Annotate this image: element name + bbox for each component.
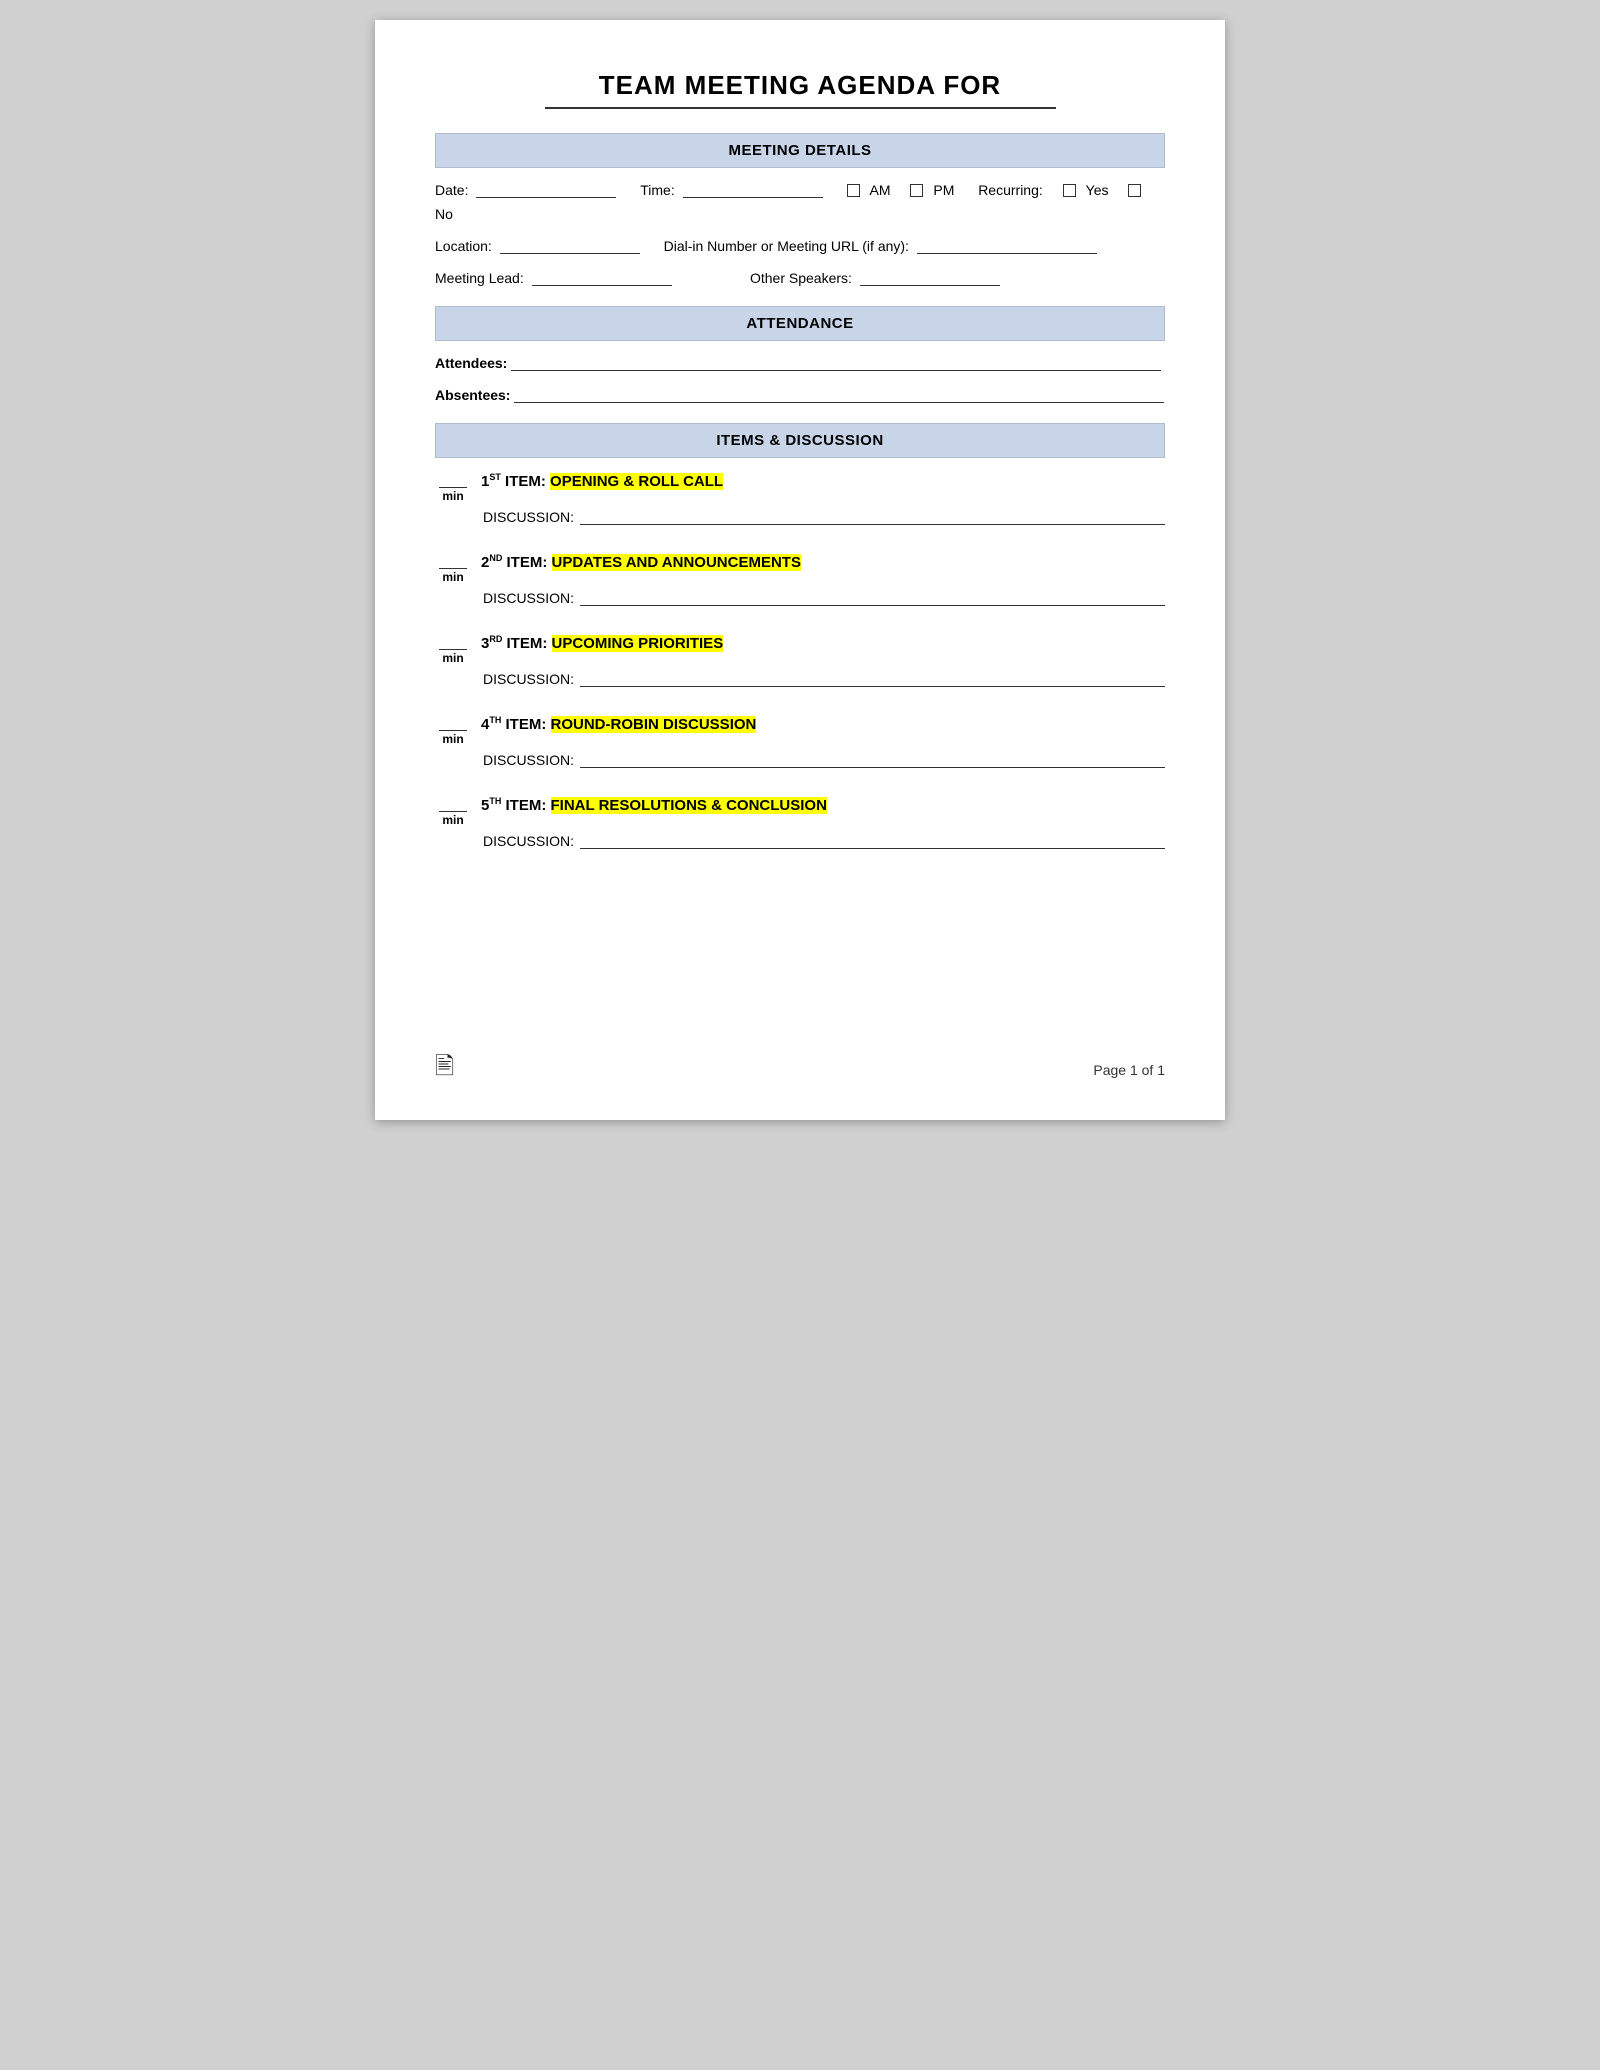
item-2-min-line[interactable] bbox=[439, 553, 467, 569]
item-1-highlight: OPENING & ROLL CALL bbox=[550, 473, 723, 490]
absentees-label: Absentees: bbox=[435, 387, 510, 403]
items-discussion-section: ITEMS & DISCUSSION min 1ST ITEM: OPENING… bbox=[435, 423, 1165, 849]
pm-checkbox[interactable] bbox=[910, 184, 923, 197]
date-time-row: Date: Time: AM PM Recurring: Yes No bbox=[435, 182, 1165, 222]
no-checkbox[interactable] bbox=[1128, 184, 1141, 197]
item-5-title: 5TH ITEM: FINAL RESOLUTIONS & CONCLUSION bbox=[481, 796, 827, 814]
item-4-discussion-field[interactable] bbox=[580, 752, 1165, 768]
item-3-title: 3RD ITEM: UPCOMING PRIORITIES bbox=[481, 634, 723, 652]
item-1-discussion-field[interactable] bbox=[580, 509, 1165, 525]
item-4-ordinal: TH bbox=[489, 715, 501, 725]
agenda-item-5: min 5TH ITEM: FINAL RESOLUTIONS & CONCLU… bbox=[435, 796, 1165, 849]
item-3-discussion-row: DISCUSSION: bbox=[483, 671, 1165, 687]
item-1-min-block: min bbox=[435, 472, 471, 503]
other-speakers-field[interactable] bbox=[860, 270, 1000, 286]
location-label: Location: bbox=[435, 238, 492, 254]
no-label: No bbox=[435, 206, 453, 222]
title-underline bbox=[545, 107, 1056, 109]
attendance-section: ATTENDANCE Attendees: Absentees: bbox=[435, 306, 1165, 403]
page-footer: 🖹 Page 1 of 1 bbox=[435, 1049, 1165, 1090]
item-4-min-label: min bbox=[442, 732, 463, 746]
location-row: Location: Dial-in Number or Meeting URL … bbox=[435, 238, 1165, 254]
date-field[interactable] bbox=[476, 182, 616, 198]
attendees-row: Attendees: bbox=[435, 355, 1165, 371]
item-2-min-block: min bbox=[435, 553, 471, 584]
other-speakers-label: Other Speakers: bbox=[750, 270, 852, 286]
item-1-min-line[interactable] bbox=[439, 472, 467, 488]
item-5-min-line[interactable] bbox=[439, 796, 467, 812]
item-1-min-label: min bbox=[442, 489, 463, 503]
item-2-title: 2ND ITEM: UPDATES AND ANNOUNCEMENTS bbox=[481, 553, 801, 571]
recurring-label: Recurring: bbox=[978, 182, 1043, 198]
dialin-field[interactable] bbox=[917, 238, 1097, 254]
agenda-item-4: min 4TH ITEM: ROUND-ROBIN DISCUSSION DIS… bbox=[435, 715, 1165, 768]
item-4-min-block: min bbox=[435, 715, 471, 746]
item-4-highlight: ROUND-ROBIN DISCUSSION bbox=[551, 716, 757, 733]
absentees-field[interactable] bbox=[514, 387, 1164, 403]
item-2-ordinal: ND bbox=[489, 553, 502, 563]
item-3-discussion-field[interactable] bbox=[580, 671, 1165, 687]
yes-label: Yes bbox=[1086, 182, 1109, 198]
item-1-discussion-label: DISCUSSION: bbox=[483, 509, 574, 525]
item-5-discussion-label: DISCUSSION: bbox=[483, 833, 574, 849]
time-field[interactable] bbox=[683, 182, 823, 198]
location-field[interactable] bbox=[500, 238, 640, 254]
dialin-label: Dial-in Number or Meeting URL (if any): bbox=[664, 238, 909, 254]
item-4-discussion-row: DISCUSSION: bbox=[483, 752, 1165, 768]
yes-checkbox[interactable] bbox=[1063, 184, 1076, 197]
lead-speakers-row: Meeting Lead: Other Speakers: bbox=[435, 270, 1165, 286]
item-5-ordinal: TH bbox=[489, 796, 501, 806]
meeting-details-section: MEETING DETAILS Date: Time: AM PM Recurr… bbox=[435, 133, 1165, 286]
meeting-lead-label: Meeting Lead: bbox=[435, 270, 524, 286]
item-1-title: 1ST ITEM: OPENING & ROLL CALL bbox=[481, 472, 723, 490]
brand-icon: 🖹 bbox=[435, 1049, 454, 1090]
agenda-item-2: min 2ND ITEM: UPDATES AND ANNOUNCEMENTS … bbox=[435, 553, 1165, 606]
item-2-discussion-field[interactable] bbox=[580, 590, 1165, 606]
item-5-min-block: min bbox=[435, 796, 471, 827]
page-number: Page 1 of 1 bbox=[1093, 1062, 1165, 1078]
item-5-highlight: FINAL RESOLUTIONS & CONCLUSION bbox=[551, 797, 827, 814]
item-5-discussion-row: DISCUSSION: bbox=[483, 833, 1165, 849]
attendees-field[interactable] bbox=[511, 355, 1161, 371]
item-3-min-label: min bbox=[442, 651, 463, 665]
item-3-highlight: UPCOMING PRIORITIES bbox=[552, 635, 724, 652]
attendance-header: ATTENDANCE bbox=[435, 306, 1165, 341]
item-2-discussion-label: DISCUSSION: bbox=[483, 590, 574, 606]
item-3-ordinal: RD bbox=[489, 634, 502, 644]
item-3-min-line[interactable] bbox=[439, 634, 467, 650]
item-4-min-line[interactable] bbox=[439, 715, 467, 731]
document-page: TEAM MEETING AGENDA FOR MEETING DETAILS … bbox=[375, 20, 1225, 1120]
absentees-row: Absentees: bbox=[435, 387, 1165, 403]
item-5-min-label: min bbox=[442, 813, 463, 827]
item-2-min-label: min bbox=[442, 570, 463, 584]
am-checkbox[interactable] bbox=[847, 184, 860, 197]
am-label: AM bbox=[870, 182, 891, 198]
item-3-header: min 3RD ITEM: UPCOMING PRIORITIES bbox=[435, 634, 1165, 665]
item-1-ordinal: ST bbox=[489, 472, 501, 482]
item-4-discussion-label: DISCUSSION: bbox=[483, 752, 574, 768]
item-3-min-block: min bbox=[435, 634, 471, 665]
attendees-label: Attendees: bbox=[435, 355, 507, 371]
item-5-header: min 5TH ITEM: FINAL RESOLUTIONS & CONCLU… bbox=[435, 796, 1165, 827]
agenda-item-1: min 1ST ITEM: OPENING & ROLL CALL DISCUS… bbox=[435, 472, 1165, 525]
date-label: Date: bbox=[435, 182, 468, 198]
page-title: TEAM MEETING AGENDA FOR bbox=[435, 70, 1165, 101]
item-2-discussion-row: DISCUSSION: bbox=[483, 590, 1165, 606]
items-discussion-header: ITEMS & DISCUSSION bbox=[435, 423, 1165, 458]
item-2-highlight: UPDATES AND ANNOUNCEMENTS bbox=[552, 554, 801, 571]
pm-label: PM bbox=[933, 182, 954, 198]
item-1-header: min 1ST ITEM: OPENING & ROLL CALL bbox=[435, 472, 1165, 503]
meeting-details-header: MEETING DETAILS bbox=[435, 133, 1165, 168]
time-label: Time: bbox=[640, 182, 674, 198]
item-4-title: 4TH ITEM: ROUND-ROBIN DISCUSSION bbox=[481, 715, 756, 733]
item-1-discussion-row: DISCUSSION: bbox=[483, 509, 1165, 525]
meeting-lead-field[interactable] bbox=[532, 270, 672, 286]
item-4-header: min 4TH ITEM: ROUND-ROBIN DISCUSSION bbox=[435, 715, 1165, 746]
agenda-item-3: min 3RD ITEM: UPCOMING PRIORITIES DISCUS… bbox=[435, 634, 1165, 687]
item-5-discussion-field[interactable] bbox=[580, 833, 1165, 849]
item-3-discussion-label: DISCUSSION: bbox=[483, 671, 574, 687]
item-2-header: min 2ND ITEM: UPDATES AND ANNOUNCEMENTS bbox=[435, 553, 1165, 584]
